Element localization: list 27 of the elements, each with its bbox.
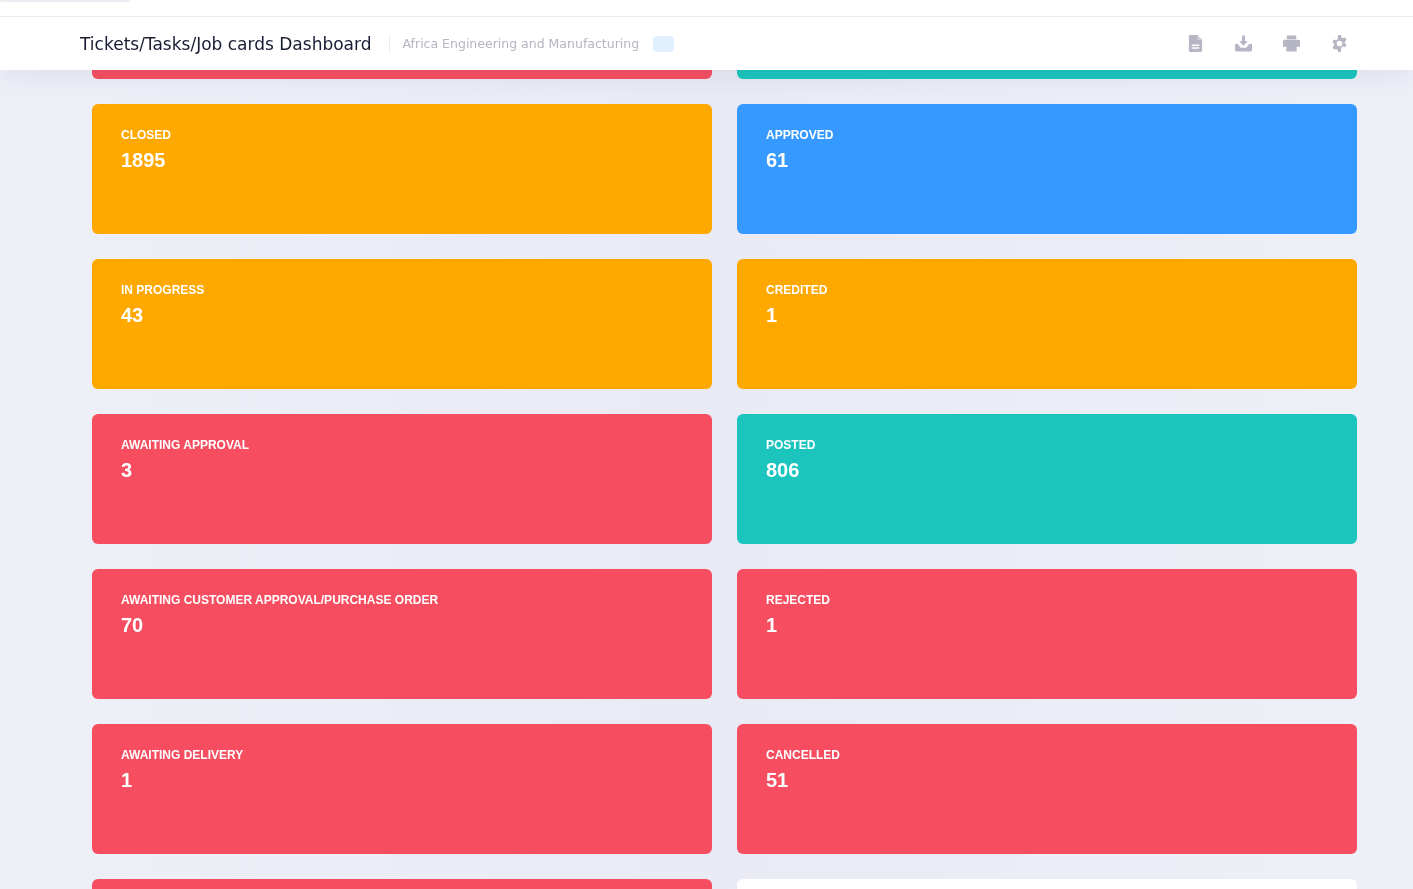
status-count: 1895	[121, 148, 167, 172]
status-count: 1	[766, 613, 779, 637]
status-count: 51	[766, 768, 790, 792]
status-label: CREDITED	[766, 283, 829, 297]
status-count: 1	[121, 768, 134, 792]
empty-badge-icon	[653, 35, 675, 52]
status-count: 70	[121, 613, 145, 637]
printer-icon[interactable]	[1283, 35, 1300, 52]
status-label: CLOSED	[121, 128, 172, 142]
status-count: 1	[766, 303, 779, 327]
download-icon[interactable]	[1235, 35, 1252, 52]
status-count: 61	[766, 148, 790, 172]
document-icon[interactable]	[1187, 35, 1204, 52]
company-name: Africa Engineering and Manufacturing	[402, 36, 640, 51]
status-label: CANCELLED	[766, 748, 841, 762]
status-label: POSTED	[766, 438, 817, 452]
settings-icon[interactable]	[1331, 35, 1348, 52]
status-label: REJECTED	[766, 593, 831, 607]
status-count: 806	[766, 458, 801, 482]
status-label: APPROVED	[766, 128, 835, 142]
status-count: 43	[121, 303, 145, 327]
status-label: IN PROGRESS	[121, 283, 206, 297]
status-label: AWAITING CUSTOMER APPROVAL/PURCHASE ORDER	[121, 593, 440, 607]
status-count: 3	[121, 458, 134, 482]
status-label: AWAITING DELIVERY	[121, 748, 245, 762]
page-title: Tickets/Tasks/Job cards Dashboard	[80, 33, 372, 54]
status-label: AWAITING APPROVAL	[121, 438, 250, 452]
